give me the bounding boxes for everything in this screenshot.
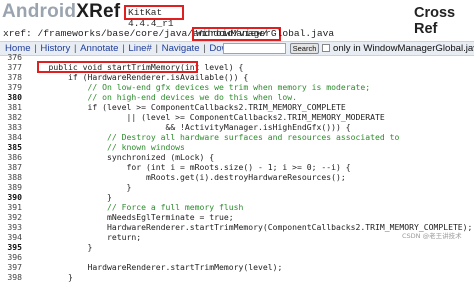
line-number[interactable]: 388: [0, 172, 22, 182]
androidxref-logo[interactable]: AndroidXRef: [2, 1, 120, 23]
code-text: synchronized (mLock) {: [29, 152, 215, 162]
code-text: }: [29, 182, 132, 192]
code-line: 392 mNeedsEglTerminate = true;: [0, 212, 474, 222]
code-text: // known windows: [29, 142, 185, 152]
code-text: // On low-end gfx devices we trim when m…: [29, 82, 371, 92]
code-text: }: [29, 192, 112, 202]
code-line: 396: [0, 252, 474, 262]
line-number[interactable]: 386: [0, 152, 22, 162]
logo-main: Android: [2, 1, 77, 22]
code-text: mRoots.get(i).destroyHardwareResources()…: [29, 172, 346, 182]
code-line: 387 for (int i = mRoots.size() - 1; i >=…: [0, 162, 474, 172]
line-number[interactable]: 380: [0, 92, 22, 102]
line-number[interactable]: 381: [0, 102, 22, 112]
line-number[interactable]: 390: [0, 192, 22, 202]
code-line: 382 || (level >= ComponentCallbacks2.TRI…: [0, 112, 474, 122]
code-text: // Destroy all hardware surfaces and res…: [29, 132, 400, 142]
code-line: 395 }: [0, 242, 474, 252]
line-number[interactable]: 379: [0, 82, 22, 92]
code-line: 391 // Force a full memory flush: [0, 202, 474, 212]
line-number[interactable]: 389: [0, 182, 22, 192]
method-signature-highlight: [37, 61, 198, 73]
code-text: if (HardwareRenderer.isAvailable()) {: [29, 72, 249, 82]
line-number[interactable]: 395: [0, 242, 22, 252]
code-text: for (int i = mRoots.size() - 1; i >= 0; …: [29, 162, 351, 172]
code-line: 397 HardwareRenderer.startTrimMemory(lev…: [0, 262, 474, 272]
line-number[interactable]: 385: [0, 142, 22, 152]
code-text: // on high-end devices we do this when l…: [29, 92, 298, 102]
code-line: 381 if (level >= ComponentCallbacks2.TRI…: [0, 102, 474, 112]
line-number[interactable]: 398: [0, 272, 22, 282]
logo-accent: XRef: [76, 1, 121, 22]
code-line: 384 // Destroy all hardware surfaces and…: [0, 132, 474, 142]
code-text: HardwareRenderer.startTrimMemory(level);: [29, 262, 283, 272]
source-code-listing: 376 377 public void startTrimMemory(int l…: [0, 52, 474, 282]
code-line: 389 }: [0, 182, 474, 192]
line-number[interactable]: 377: [0, 62, 22, 72]
line-number[interactable]: 384: [0, 132, 22, 142]
code-text: // Force a full memory flush: [29, 202, 244, 212]
code-line: 383 && !ActivityManager.isHighEndGfx()))…: [0, 122, 474, 132]
watermark: CSDN @老王讲技术: [402, 232, 462, 240]
code-text: }: [29, 242, 93, 252]
code-line: 385 // known windows: [0, 142, 474, 152]
only-in-file-checkbox[interactable]: [322, 44, 330, 52]
breadcrumb: xref: /frameworks/base/core/java/android…: [0, 27, 474, 41]
breadcrumb-file[interactable]: WindowManagerGlobal.java: [192, 27, 334, 41]
line-number[interactable]: 393: [0, 222, 22, 232]
code-line: 378 if (HardwareRenderer.isAvailable()) …: [0, 72, 474, 82]
header-banner: AndroidXRef KitKat 4.4.4_r1 Cross Ref: [0, 0, 474, 37]
code-text: && !ActivityManager.isHighEndGfx())) {: [29, 122, 351, 132]
line-number[interactable]: 391: [0, 202, 22, 212]
line-number[interactable]: 387: [0, 162, 22, 172]
code-line: 388 mRoots.get(i).destroyHardwareResourc…: [0, 172, 474, 182]
line-number[interactable]: 392: [0, 212, 22, 222]
line-number[interactable]: 396: [0, 252, 22, 262]
code-line: 379 // On low-end gfx devices we trim wh…: [0, 82, 474, 92]
line-number[interactable]: 376: [0, 52, 22, 62]
code-text: mNeedsEglTerminate = true;: [29, 212, 234, 222]
line-number[interactable]: 378: [0, 72, 22, 82]
code-line: 380 // on high-end devices we do this wh…: [0, 92, 474, 102]
code-line: 390 }: [0, 192, 474, 202]
code-text: || (level >= ComponentCallbacks2.TRIM_ME…: [29, 112, 385, 122]
version-badge[interactable]: KitKat 4.4.4_r1: [124, 5, 184, 29]
line-number[interactable]: 382: [0, 112, 22, 122]
code-text: }: [29, 272, 73, 282]
code-line: 398 }: [0, 272, 474, 282]
line-number[interactable]: 397: [0, 262, 22, 272]
code-line: 386 synchronized (mLock) {: [0, 152, 474, 162]
line-number[interactable]: 383: [0, 122, 22, 132]
code-text: if (level >= ComponentCallbacks2.TRIM_ME…: [29, 102, 346, 112]
